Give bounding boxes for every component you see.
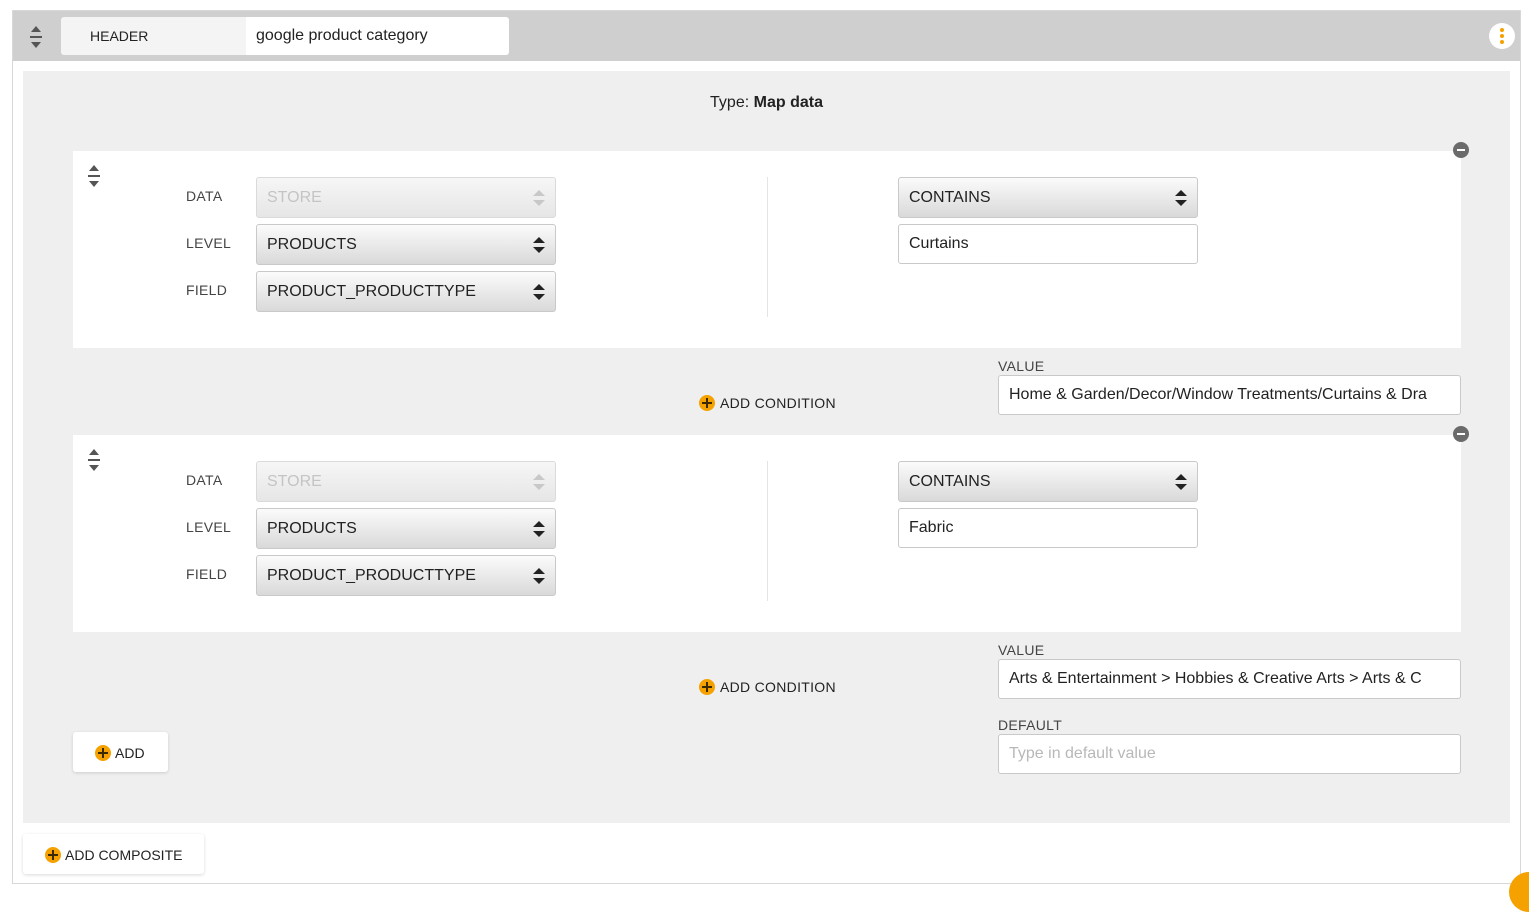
value-label: VALUE [998,358,1045,374]
add-condition-button[interactable]: ADD CONDITION [699,394,836,412]
operator-select[interactable]: CONTAINS [898,461,1198,502]
level-select-value: PRODUCTS [267,520,357,537]
data-select: STORE [256,461,556,502]
remove-condition-icon[interactable] [1453,142,1469,158]
field-label: FIELD [186,282,228,298]
value-input[interactable]: Home & Garden/Decor/Window Treatments/Cu… [998,375,1461,415]
field-label: FIELD [186,566,228,582]
add-composite-label: ADD COMPOSITE [65,847,183,864]
drag-handle-icon[interactable] [87,449,101,471]
add-circle-icon [45,847,61,864]
add-button[interactable]: ADD [73,732,168,772]
drag-handle-icon[interactable] [87,165,101,187]
add-circle-icon [95,745,111,762]
add-circle-icon [699,679,715,696]
field-select-value: PRODUCT_PRODUCTTYPE [267,283,476,300]
more-options-icon[interactable] [1489,23,1515,49]
type-prefix: Type: [710,94,750,111]
value-label: VALUE [998,642,1045,658]
data-select-value: STORE [267,189,322,206]
select-arrows-icon [533,474,545,490]
level-label: LEVEL [186,235,232,251]
field-select[interactable]: PRODUCT_PRODUCTTYPE [256,271,556,312]
select-arrows-icon [533,521,545,537]
add-button-label: ADD [115,745,145,762]
data-select: STORE [256,177,556,218]
add-condition-button[interactable]: ADD CONDITION [699,678,836,696]
select-arrows-icon [1175,190,1187,206]
data-select-value: STORE [267,473,322,490]
field-select[interactable]: PRODUCT_PRODUCTTYPE [256,555,556,596]
level-label: LEVEL [186,519,232,535]
operator-select-value: CONTAINS [909,473,991,490]
add-composite-button[interactable]: ADD COMPOSITE [23,834,204,874]
select-arrows-icon [1175,474,1187,490]
match-value-input[interactable]: Fabric [898,508,1198,548]
select-arrows-icon [533,568,545,584]
header-name-input[interactable]: google product category [246,17,509,55]
add-condition-label: ADD CONDITION [720,679,836,696]
default-label: DEFAULT [998,717,1063,733]
default-value-input[interactable]: Type in default value [998,734,1461,774]
level-select-value: PRODUCTS [267,236,357,253]
divider [767,461,768,601]
field-select-value: PRODUCT_PRODUCTTYPE [267,567,476,584]
remove-condition-icon[interactable] [1453,426,1469,442]
operator-select[interactable]: CONTAINS [898,177,1198,218]
select-arrows-icon [533,190,545,206]
drag-handle-icon[interactable] [29,26,43,48]
type-value: Map data [753,94,823,111]
add-circle-icon [699,395,715,412]
data-label: DATA [186,472,223,488]
level-select[interactable]: PRODUCTS [256,508,556,549]
type-line: Type: Map data [23,94,1510,112]
operator-select-value: CONTAINS [909,189,991,206]
level-select[interactable]: PRODUCTS [256,224,556,265]
select-arrows-icon [533,284,545,300]
divider [767,177,768,317]
add-condition-label: ADD CONDITION [720,395,836,412]
match-value-input[interactable]: Curtains [898,224,1198,264]
data-label: DATA [186,188,223,204]
header-type-label: HEADER [61,17,246,55]
select-arrows-icon [533,237,545,253]
value-input[interactable]: Arts & Entertainment > Hobbies & Creativ… [998,659,1461,699]
